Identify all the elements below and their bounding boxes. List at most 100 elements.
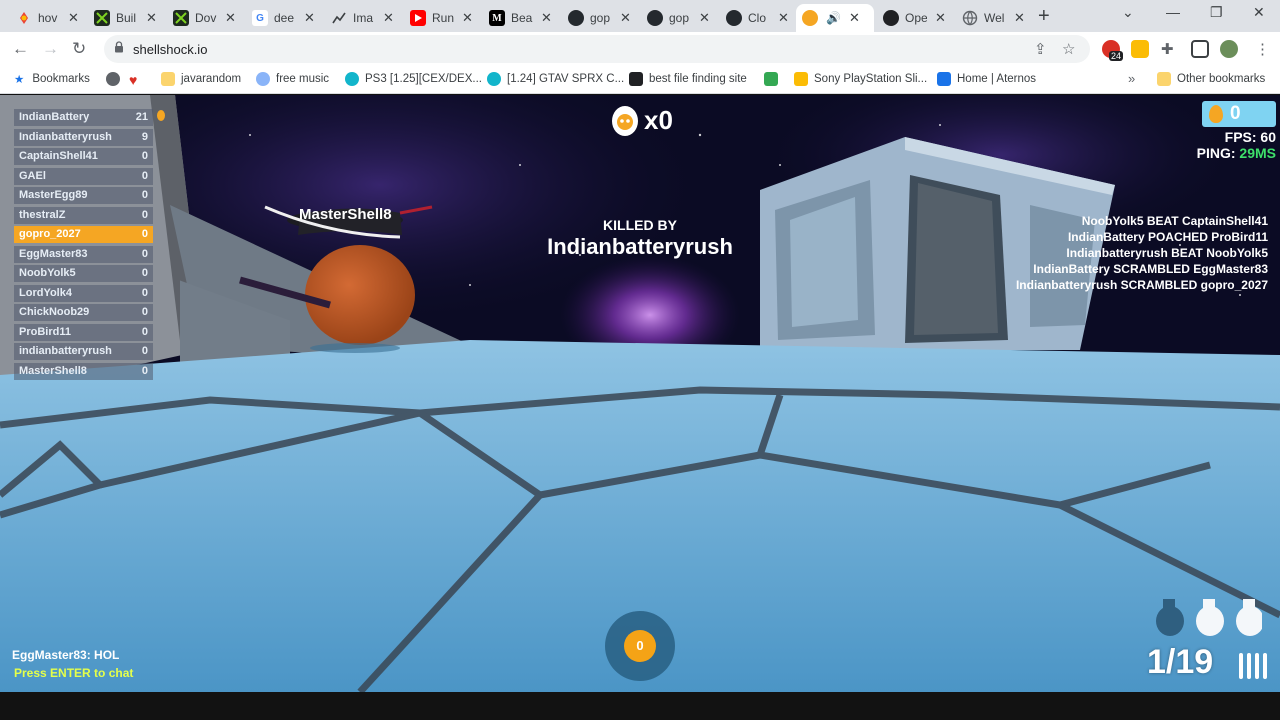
tab-label: Clo (748, 11, 767, 25)
share-icon[interactable]: ⇪ (1034, 40, 1047, 58)
tab-label: Wel (984, 11, 1005, 25)
player-name: Indianbatteryrush (19, 130, 112, 143)
globe-icon (962, 10, 978, 26)
bookmark-label: free music (276, 73, 330, 85)
scoreboard-row: Indianbatteryrush 9 (14, 128, 153, 146)
tab-1[interactable]: hov ✕ (10, 4, 85, 32)
bookmark-free-music[interactable]: free music (256, 72, 329, 86)
bullets-icon (1239, 653, 1267, 679)
close-icon[interactable]: ✕ (225, 10, 236, 26)
chart-icon (331, 10, 347, 26)
window-bottom-strip (0, 692, 1280, 720)
sidebar-icon[interactable] (1191, 40, 1209, 58)
browser-toolbar: ← → ↻ shellshock.io ⇪ ☆ 24 ✚ ⋮ (0, 32, 1280, 66)
tab-10[interactable]: Clo ✕ (720, 4, 795, 32)
tab-8[interactable]: gop ✕ (562, 4, 637, 32)
tab-search-icon[interactable]: ⌄ (1122, 4, 1134, 21)
tab-4[interactable]: G dee ✕ (246, 4, 321, 32)
close-window-button[interactable]: ✕ (1253, 4, 1265, 21)
fps-label: FPS: (1224, 129, 1257, 145)
close-icon[interactable]: ✕ (462, 10, 473, 26)
chrome-icon (106, 72, 120, 86)
address-bar[interactable]: shellshock.io ⇪ ☆ (104, 35, 1090, 63)
close-icon[interactable]: ✕ (778, 10, 789, 26)
player-name: IndianBattery (19, 111, 90, 123)
ping-label: PING: (1196, 145, 1236, 161)
bookmark-label: Sony PlayStation Sli... (814, 73, 928, 85)
player-score: 0 (141, 325, 148, 338)
close-icon[interactable]: ✕ (849, 10, 860, 26)
bookmark-label: javarandom (181, 73, 242, 85)
bookmark-sony[interactable]: Sony PlayStation Sli... (794, 72, 927, 86)
scoreboard-row: indianbatteryrush 0 (14, 343, 153, 360)
bookmark-chrome[interactable] (106, 72, 126, 86)
profile-avatar[interactable] (1220, 40, 1238, 58)
close-icon[interactable]: ✕ (935, 10, 946, 26)
shellshock-icon (802, 10, 818, 26)
menu-dots-icon[interactable]: ⋮ (1255, 40, 1270, 58)
close-icon[interactable]: ✕ (383, 10, 394, 26)
maximize-button[interactable]: ❐ (1210, 4, 1223, 21)
green-site-icon (764, 72, 778, 86)
chat-prompt[interactable]: Press ENTER to chat (14, 666, 133, 680)
grenade-button[interactable]: 0 (605, 611, 675, 681)
extension-color-icon[interactable] (1131, 40, 1149, 58)
site-c-icon (487, 72, 501, 86)
close-icon[interactable]: ✕ (699, 10, 710, 26)
tab-3[interactable]: Dov ✕ (167, 4, 242, 32)
new-tab-button[interactable]: + (1038, 5, 1050, 28)
bookmark-javarandom[interactable]: javarandom (161, 72, 241, 86)
tab-label: Bea (511, 11, 533, 25)
bookmark-aternos[interactable]: Home | Aternos (937, 72, 1036, 86)
killer-name: Indianbatteryrush (547, 234, 733, 259)
scoreboard-row-self: gopro_2027 0 (14, 226, 153, 243)
kill-feed-item: NoobYolk5 BEAT CaptainShell41 (1081, 214, 1268, 228)
close-icon[interactable]: ✕ (1014, 10, 1025, 26)
bookmark-bookmarks[interactable]: ★ Bookmarks (14, 72, 90, 86)
player-name: LordYolk4 (19, 286, 72, 299)
site-icon (794, 72, 808, 86)
close-icon[interactable]: ✕ (541, 10, 552, 26)
killed-by-label: KILLED BY (603, 217, 677, 233)
egg-skull-icon (612, 106, 638, 136)
close-icon[interactable]: ✕ (68, 10, 79, 26)
forward-button[interactable]: → (42, 39, 59, 59)
close-icon[interactable]: ✕ (146, 10, 157, 26)
tab-13[interactable]: Wel ✕ (956, 4, 1031, 32)
tab-12[interactable]: Ope ✕ (877, 4, 952, 32)
player-score: 0 (141, 228, 148, 240)
tab-label: Dov (195, 11, 217, 25)
github-icon (568, 10, 584, 26)
kill-counter: x0 (610, 103, 673, 137)
tab-5[interactable]: Ima ✕ (325, 4, 400, 32)
kill-count: x0 (644, 104, 673, 135)
bookmark-green[interactable] (764, 72, 784, 86)
bookmark-heart[interactable]: ♥ (129, 72, 137, 88)
game-viewport[interactable]: IndianBattery 21 Indianbatteryrush 9 Capta… (0, 95, 1280, 692)
bookmark-file-finding[interactable]: best file finding site (629, 72, 747, 86)
player-name: MasterShell8 (19, 364, 87, 377)
player-name: MasterEgg89 (19, 189, 88, 201)
tab-label: gop (590, 11, 611, 25)
bookmark-gtav[interactable]: [1.24] GTAV SPRX C... (487, 72, 624, 86)
folder-icon (1157, 72, 1171, 86)
extensions-puzzle-icon[interactable]: ✚ (1161, 40, 1174, 58)
reload-button[interactable]: ↻ (72, 39, 86, 59)
tab-9[interactable]: gop ✕ (641, 4, 716, 32)
tab-6[interactable]: Run ✕ (404, 4, 479, 32)
bookmark-other[interactable]: Other bookmarks (1157, 72, 1265, 86)
bookmark-star-icon[interactable]: ☆ (1062, 40, 1075, 58)
close-icon[interactable]: ✕ (620, 10, 631, 26)
back-button[interactable]: ← (12, 39, 29, 59)
player-name: GAEl (19, 169, 46, 182)
player-name: EggMaster83 (19, 247, 88, 260)
close-icon[interactable]: ✕ (304, 10, 315, 26)
tab-active-shellshock[interactable]: 🔊 ✕ (796, 4, 874, 32)
player-name: CaptainShell41 (19, 150, 98, 162)
tab-7[interactable]: M Bea ✕ (483, 4, 558, 32)
tab-2[interactable]: Buil ✕ (88, 4, 163, 32)
bookmark-ps3[interactable]: PS3 [1.25][CEX/DEX... (345, 72, 482, 86)
more-bookmarks-icon[interactable]: » (1128, 71, 1135, 86)
minimize-button[interactable]: — (1166, 4, 1180, 20)
player-name: thestralZ (19, 208, 66, 221)
